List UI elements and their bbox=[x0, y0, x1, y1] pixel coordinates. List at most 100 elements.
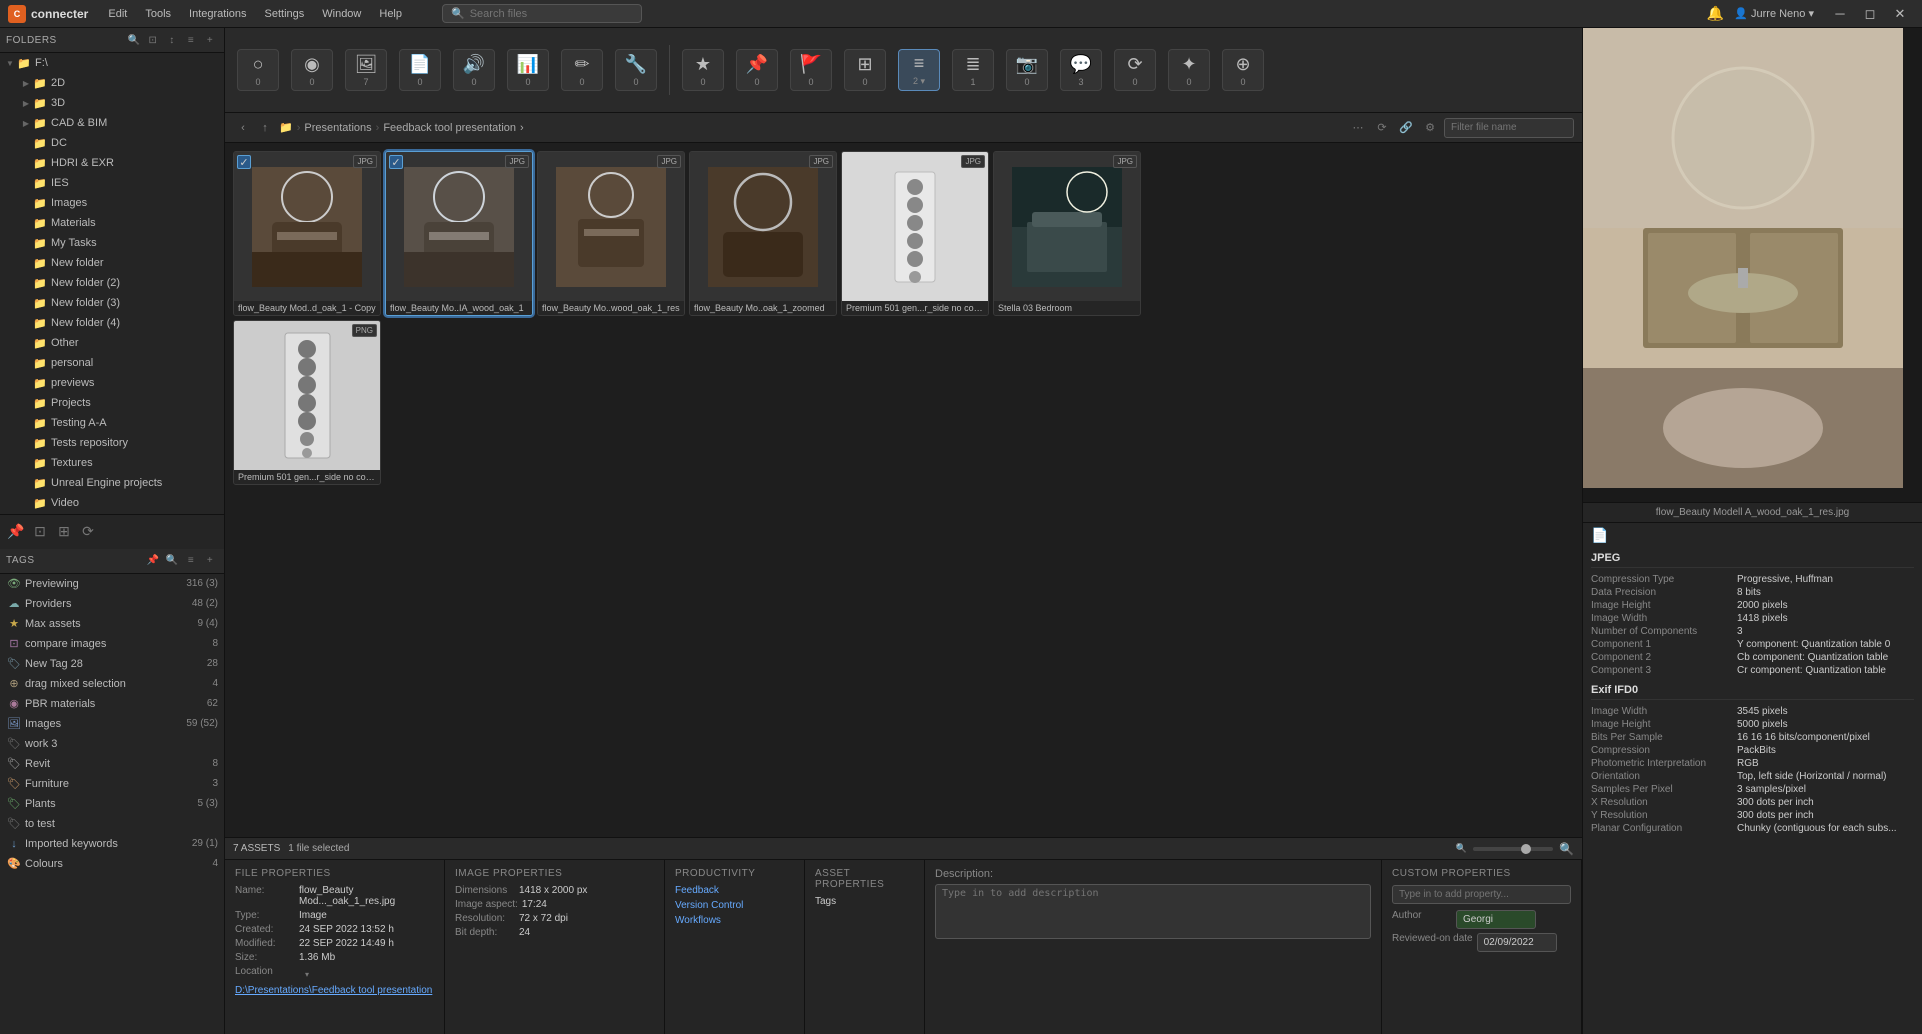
tag-pin-icon[interactable]: 📌 bbox=[145, 553, 161, 569]
tag-item-maxassets[interactable]: ★ Max assets 9 (4) bbox=[0, 614, 224, 634]
author-input[interactable] bbox=[1456, 910, 1536, 929]
asset-thumb-3[interactable]: JPG flow_Beauty Mo..wood_oak_1_res bbox=[537, 151, 685, 316]
folder-item-2d[interactable]: ▶ 📁 2D bbox=[0, 73, 224, 93]
asset-thumb-6[interactable]: JPG Stella 03 Bedroom bbox=[993, 151, 1141, 316]
sidebar-pin-icon[interactable]: 📌 bbox=[8, 524, 24, 540]
tag-item-totest[interactable]: 🏷 to test bbox=[0, 814, 224, 834]
up-button[interactable]: ↑ bbox=[255, 118, 275, 138]
folder-sort-icon[interactable]: ↕ bbox=[164, 32, 180, 48]
asset-thumb-5[interactable]: JPG Premium 501 gen...r_side no cover bbox=[841, 151, 989, 316]
toolbar-fx-button[interactable]: ✦ 0 bbox=[1168, 49, 1210, 91]
asset-thumb-4[interactable]: JPG flow_Beauty Mo..oak_1_zoomed bbox=[689, 151, 837, 316]
toolbar-listalt-button[interactable]: ≣ 1 bbox=[952, 49, 994, 91]
folder-item-other[interactable]: 📁 Other bbox=[0, 333, 224, 353]
menu-integrations[interactable]: Integrations bbox=[181, 6, 254, 22]
folder-search-icon[interactable]: 🔍 bbox=[126, 32, 142, 48]
filter-input[interactable] bbox=[1444, 118, 1574, 138]
toolbar-sphere-button[interactable]: ◉ 0 bbox=[291, 49, 333, 91]
tag-item-compareimages[interactable]: ⊡ compare images 8 bbox=[0, 634, 224, 654]
menu-settings[interactable]: Settings bbox=[257, 6, 313, 22]
search-bar[interactable]: 🔍 bbox=[442, 4, 642, 23]
notification-icon[interactable]: 🔔 bbox=[1707, 5, 1724, 22]
menu-window[interactable]: Window bbox=[314, 6, 369, 22]
folder-item-ies[interactable]: 📁 IES bbox=[0, 173, 224, 193]
tag-search-icon[interactable]: 🔍 bbox=[164, 553, 180, 569]
asset-thumb-7[interactable]: PNG Premium 501 gen... bbox=[233, 320, 381, 485]
asset-thumb-2[interactable]: JPG ✓ flow_Beauty Mo..IA_wood_oak_1 bbox=[385, 151, 533, 316]
toolbar-audio-button[interactable]: 🔊 0 bbox=[453, 49, 495, 91]
folder-item-newfolder[interactable]: 📁 New folder bbox=[0, 253, 224, 273]
folder-item-previews[interactable]: 📁 previews bbox=[0, 373, 224, 393]
minimize-button[interactable]: ─ bbox=[1826, 4, 1854, 24]
close-button[interactable]: ✕ bbox=[1886, 4, 1914, 24]
folder-settings-icon[interactable]: ≡ bbox=[183, 32, 199, 48]
sidebar-list-icon[interactable]: ⊡ bbox=[32, 524, 48, 540]
bc-expand-icon[interactable]: ⋯ bbox=[1348, 118, 1368, 138]
breadcrumb-arrow[interactable]: › bbox=[520, 122, 524, 134]
folder-item-video[interactable]: 📁 Video bbox=[0, 493, 224, 513]
folder-item-testsrepo[interactable]: 📁 Tests repository bbox=[0, 433, 224, 453]
workflows-link[interactable]: Workflows bbox=[675, 915, 794, 926]
bc-settings-icon[interactable]: ⚙ bbox=[1420, 118, 1440, 138]
folder-item-newfolder2[interactable]: 📁 New folder (2) bbox=[0, 273, 224, 293]
folder-item-cad[interactable]: ▶ 📁 CAD & BIM bbox=[0, 113, 224, 133]
toolbar-tool-button[interactable]: 🔧 0 bbox=[615, 49, 657, 91]
toolbar-3d-button[interactable]: ○ 0 bbox=[237, 49, 279, 91]
folder-item-materials[interactable]: 📁 Materials bbox=[0, 213, 224, 233]
tag-item-revit[interactable]: 🏷 Revit 8 bbox=[0, 754, 224, 774]
asset-thumb-1[interactable]: JPG ✓ flow_Beauty Mod..d_oak_1 - Copy bbox=[233, 151, 381, 316]
tag-item-colours[interactable]: 🎨 Colours 4 bbox=[0, 854, 224, 874]
toolbar-doc-button[interactable]: 📄 0 bbox=[399, 49, 441, 91]
folder-item-unreal[interactable]: 📁 Unreal Engine projects bbox=[0, 473, 224, 493]
thumb-checkbox[interactable]: ✓ bbox=[237, 155, 251, 169]
tag-item-pbrmaterials[interactable]: ◉ PBR materials 62 bbox=[0, 694, 224, 714]
folder-item-dc[interactable]: 📁 DC bbox=[0, 133, 224, 153]
sidebar-grid-icon[interactable]: ⊞ bbox=[56, 524, 72, 540]
folder-item-root[interactable]: ▼ 📁 F:\ bbox=[0, 53, 224, 73]
tag-add-icon[interactable]: + bbox=[202, 553, 218, 569]
folder-item-images[interactable]: 📁 Images bbox=[0, 193, 224, 213]
menu-tools[interactable]: Tools bbox=[137, 6, 179, 22]
toolbar-image-button[interactable]: 🖼 7 bbox=[345, 49, 387, 91]
feedback-link[interactable]: Feedback bbox=[675, 885, 794, 896]
tag-item-previewing[interactable]: 👁 Previewing 316 (3) bbox=[0, 574, 224, 594]
sidebar-network-icon[interactable]: ⟳ bbox=[80, 524, 96, 540]
search-input[interactable] bbox=[470, 8, 620, 20]
tag-item-images[interactable]: 🖼 Images 59 (52) bbox=[0, 714, 224, 734]
toolbar-pin-button[interactable]: 📌 0 bbox=[736, 49, 778, 91]
toolbar-star-button[interactable]: ★ 0 bbox=[682, 49, 724, 91]
breadcrumb-presentations[interactable]: Presentations bbox=[304, 122, 371, 134]
folder-filter-icon[interactable]: ⊡ bbox=[145, 32, 161, 48]
breadcrumb-root[interactable]: 📁 bbox=[279, 121, 293, 134]
version-control-link[interactable]: Version Control bbox=[675, 900, 794, 911]
folder-item-testingaa[interactable]: 📁 Testing A-A bbox=[0, 413, 224, 433]
tag-item-furniture[interactable]: 🏷 Furniture 3 bbox=[0, 774, 224, 794]
folder-item-newfolder4[interactable]: 📁 New folder (4) bbox=[0, 313, 224, 333]
toolbar-refresh-button[interactable]: ⟳ 0 bbox=[1114, 49, 1156, 91]
folder-item-newfolder3[interactable]: 📁 New folder (3) bbox=[0, 293, 224, 313]
tag-item-newtag28[interactable]: 🏷 New Tag 28 28 bbox=[0, 654, 224, 674]
thumb-checkbox[interactable]: ✓ bbox=[389, 155, 403, 169]
add-property-input[interactable] bbox=[1392, 885, 1571, 904]
toolbar-add-button[interactable]: ⊕ 0 bbox=[1222, 49, 1264, 91]
toolbar-flag-button[interactable]: 🚩 0 bbox=[790, 49, 832, 91]
toolbar-list-button[interactable]: ≡ 2 ▾ bbox=[898, 49, 940, 91]
toolbar-comment-button[interactable]: 💬 3 bbox=[1060, 49, 1102, 91]
back-button[interactable]: ‹ bbox=[233, 118, 253, 138]
toolbar-chart-button[interactable]: 📊 0 bbox=[507, 49, 549, 91]
description-textarea[interactable] bbox=[935, 884, 1371, 939]
menu-help[interactable]: Help bbox=[371, 6, 410, 22]
location-chevron-icon[interactable]: ▾ bbox=[299, 966, 315, 982]
tag-item-work3[interactable]: 🏷 work 3 bbox=[0, 734, 224, 754]
folder-item-textures[interactable]: 📁 Textures bbox=[0, 453, 224, 473]
menu-edit[interactable]: Edit bbox=[100, 6, 135, 22]
breadcrumb-current[interactable]: Feedback tool presentation bbox=[383, 122, 516, 134]
bc-link-icon[interactable]: 🔗 bbox=[1396, 118, 1416, 138]
user-avatar[interactable]: 👤 Jurre Neno ▾ bbox=[1734, 7, 1814, 20]
toolbar-edit-button[interactable]: ✏ 0 bbox=[561, 49, 603, 91]
folder-item-mytasks[interactable]: 📁 My Tasks bbox=[0, 233, 224, 253]
tag-item-dragmixed[interactable]: ⊕ drag mixed selection 4 bbox=[0, 674, 224, 694]
toolbar-camera-button[interactable]: 📷 0 bbox=[1006, 49, 1048, 91]
file-path-link[interactable]: D:\Presentations\Feedback tool presentat… bbox=[235, 985, 432, 996]
toolbar-grid-button[interactable]: ⊞ 0 bbox=[844, 49, 886, 91]
